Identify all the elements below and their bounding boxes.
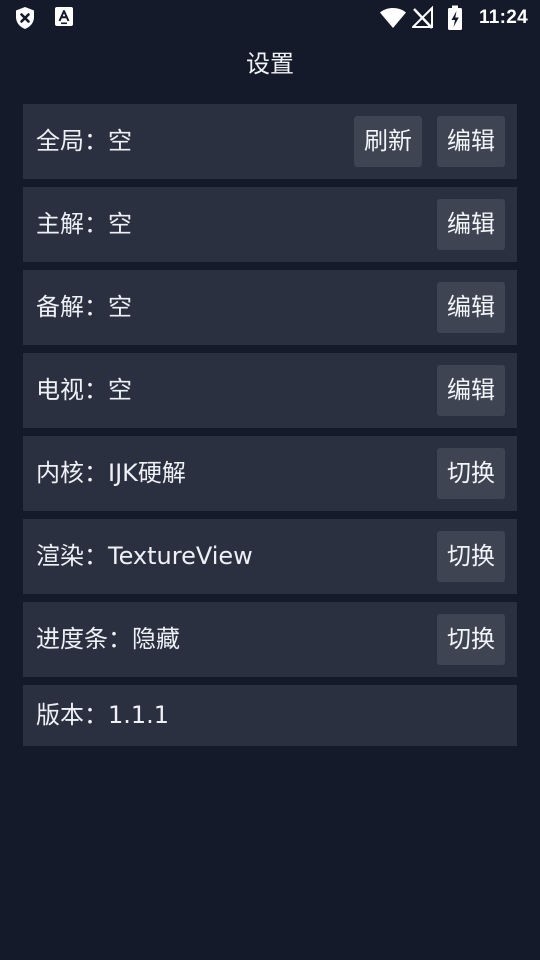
wifi-icon (379, 5, 407, 35)
shield-x-icon (14, 6, 36, 34)
switch-core-button[interactable]: 切换 (437, 448, 505, 499)
setting-label-core: 内核：IJK硬解 (36, 459, 186, 487)
setting-label-backup-parse: 备解：空 (36, 293, 132, 321)
clock: 11:24 (478, 7, 528, 28)
setting-row-progress-bar: 进度条：隐藏 切换 (23, 602, 517, 677)
edit-tv-button[interactable]: 编辑 (437, 365, 505, 416)
setting-row-global: 全局：空 刷新 编辑 (23, 104, 517, 179)
page-title: 设置 (246, 50, 294, 78)
refresh-button[interactable]: 刷新 (354, 116, 422, 167)
setting-row-main-parse: 主解：空 编辑 (23, 187, 517, 262)
setting-label-render: 渲染：TextureView (36, 542, 253, 570)
a-square-icon (54, 6, 74, 32)
edit-global-button[interactable]: 编辑 (437, 116, 505, 167)
setting-label-progress-bar: 进度条：隐藏 (36, 625, 180, 653)
setting-label-global: 全局：空 (36, 127, 132, 155)
setting-row-tv: 电视：空 编辑 (23, 353, 517, 428)
battery-charging-icon (447, 5, 463, 35)
edit-main-parse-button[interactable]: 编辑 (437, 199, 505, 250)
switch-progress-bar-button[interactable]: 切换 (437, 614, 505, 665)
setting-row-render: 渲染：TextureView 切换 (23, 519, 517, 594)
version-label: 版本：1.1.1 (36, 701, 170, 729)
edit-backup-parse-button[interactable]: 编辑 (437, 282, 505, 333)
setting-row-backup-parse: 备解：空 编辑 (23, 270, 517, 345)
no-signal-icon (410, 5, 434, 35)
setting-row-core: 内核：IJK硬解 切换 (23, 436, 517, 511)
setting-label-main-parse: 主解：空 (36, 210, 132, 238)
version-row: 版本：1.1.1 (23, 685, 517, 746)
status-bar: 11:24 (0, 0, 540, 36)
setting-label-tv: 电视：空 (36, 376, 132, 404)
switch-render-button[interactable]: 切换 (437, 531, 505, 582)
